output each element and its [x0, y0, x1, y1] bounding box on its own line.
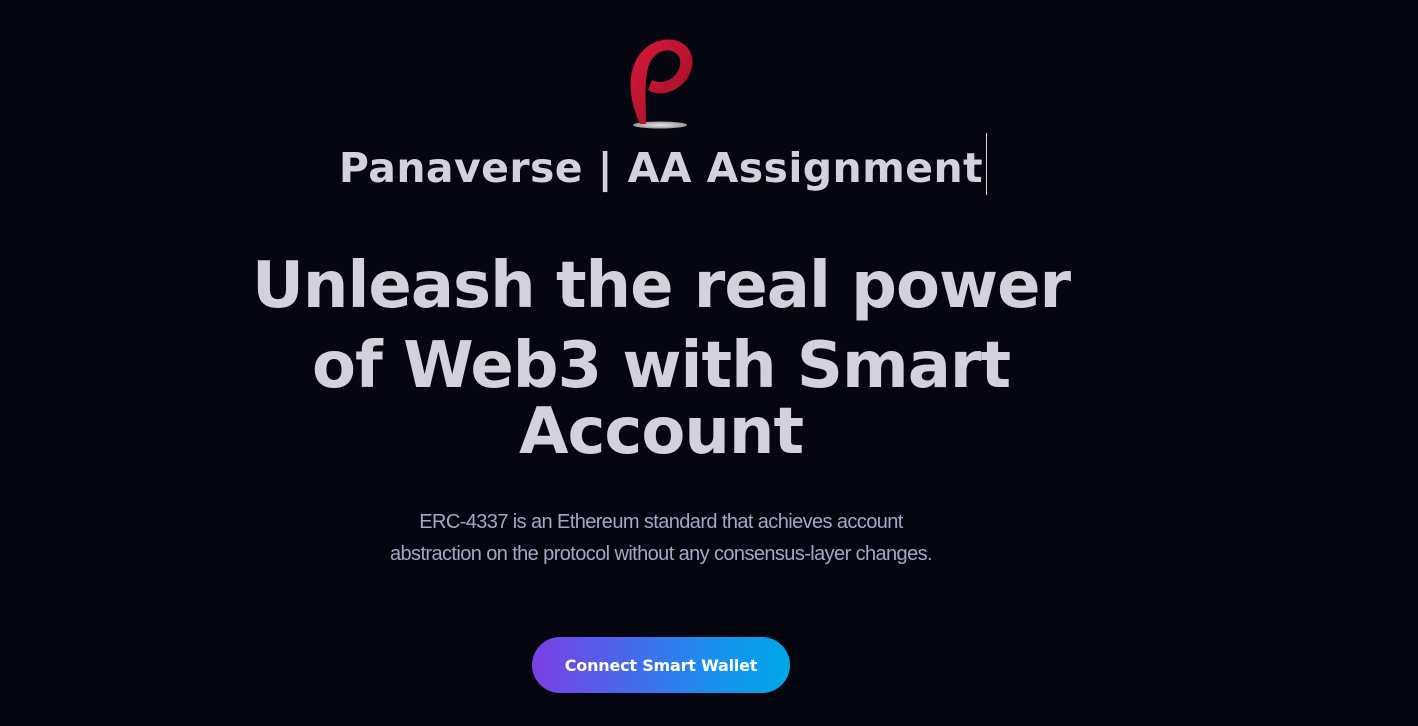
hero-heading: Unleash the real power of Web3 with Smar…: [240, 246, 1082, 464]
hero-subtitle: ERC-4337 is an Ethereum standard that ac…: [390, 511, 933, 565]
hero-heading-line-2: of Web3 with Smart: [311, 329, 1011, 403]
hero-heading-line-1: Unleash the real power: [251, 249, 1071, 323]
connect-smart-wallet-button[interactable]: Connect Smart Wallet: [532, 637, 790, 693]
site-title: Panaverse | AA Assignment: [338, 144, 984, 192]
text-cursor: [986, 133, 987, 195]
hero-heading-line-3: Account: [518, 395, 804, 469]
panaverse-logo-icon: [630, 39, 693, 129]
